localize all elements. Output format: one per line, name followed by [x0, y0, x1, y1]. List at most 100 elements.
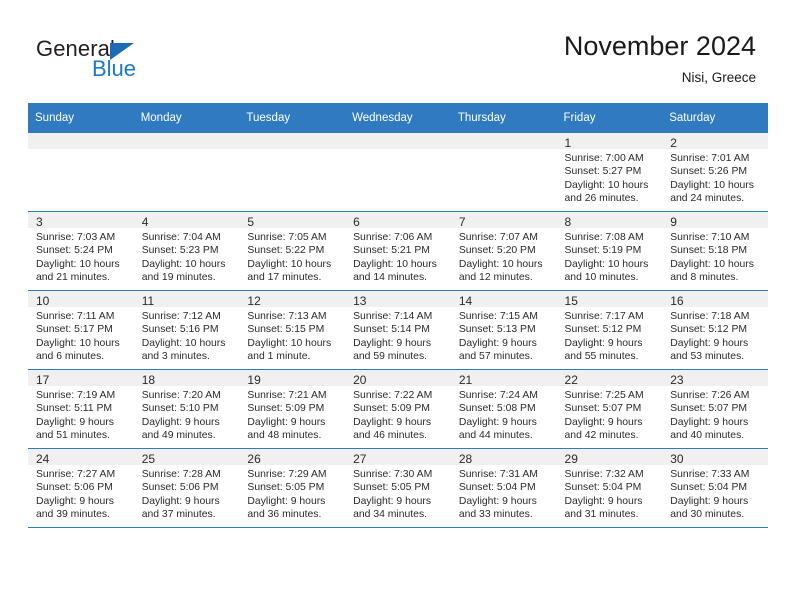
daylight-text: Daylight: 10 hours and 14 minutes. — [353, 258, 437, 283]
calendar-day-cell[interactable]: 18 Sunrise: 7:20 AM Sunset: 5:10 PM Dayligh… — [133, 369, 240, 449]
sun-info: Sunrise: 7:21 AM Sunset: 5:09 PM Daylight:… — [239, 386, 345, 442]
calendar-day-cell[interactable]: 26 Sunrise: 7:29 AM Sunset: 5:05 PM Dayligh… — [239, 448, 346, 528]
daylight-text: Daylight: 9 hours and 40 minutes. — [670, 416, 749, 441]
sunrise-text: Sunrise: 7:20 AM — [141, 390, 221, 401]
day-number: 6 — [345, 212, 451, 229]
brand-logo[interactable]: General Blue — [36, 36, 256, 84]
day-cell-content: 12 Sunrise: 7:13 AM Sunset: 5:15 PM Dayligh… — [239, 291, 346, 369]
sun-info: Sunrise: 7:33 AM Sunset: 5:04 PM Daylight:… — [662, 465, 768, 521]
sunset-text: Sunset: 5:05 PM — [353, 482, 430, 494]
calendar-day-cell[interactable]: 27 Sunrise: 7:30 AM Sunset: 5:05 PM Dayligh… — [345, 448, 451, 528]
day-cell-content: 5 Sunrise: 7:05 AM Sunset: 5:22 PM Daylight… — [239, 212, 346, 290]
calendar-day-cell[interactable]: 16 Sunrise: 7:18 AM Sunset: 5:12 PM Dayligh… — [662, 290, 768, 370]
day-cell-content: 6 Sunrise: 7:06 AM Sunset: 5:21 PM Daylight… — [345, 212, 451, 290]
sunrise-text: Sunrise: 7:11 AM — [36, 311, 115, 322]
calendar-day-cell[interactable]: 12 Sunrise: 7:13 AM Sunset: 5:15 PM Dayligh… — [239, 290, 346, 370]
calendar-day-cell[interactable]: 14 Sunrise: 7:15 AM Sunset: 5:13 PM Dayligh… — [450, 290, 557, 370]
page-title: November 2024 — [563, 31, 756, 61]
calendar-day-cell[interactable]: 2 Sunrise: 7:01 AM Sunset: 5:26 PM Daylight… — [662, 132, 768, 212]
sunrise-text: Sunrise: 7:05 AM — [247, 232, 327, 243]
calendar-day-cell[interactable]: 11 Sunrise: 7:12 AM Sunset: 5:16 PM Dayligh… — [133, 290, 240, 370]
calendar-day-cell[interactable]: 25 Sunrise: 7:28 AM Sunset: 5:06 PM Dayligh… — [133, 448, 240, 528]
calendar-table: Sunday Monday Tuesday Wednesday Thursday… — [28, 103, 768, 528]
sunset-text: Sunset: 5:06 PM — [141, 482, 219, 494]
sun-info: Sunrise: 7:06 AM Sunset: 5:21 PM Daylight:… — [345, 228, 451, 284]
sun-info: Sunrise: 7:19 AM Sunset: 5:11 PM Daylight:… — [28, 386, 134, 442]
calendar-day-cell[interactable]: 9 Sunrise: 7:10 AM Sunset: 5:18 PM Daylight… — [662, 211, 768, 291]
sunset-text: Sunset: 5:26 PM — [670, 166, 748, 178]
sunset-text: Sunset: 5:07 PM — [670, 403, 748, 415]
day-cell-content: 25 Sunrise: 7:28 AM Sunset: 5:06 PM Dayligh… — [133, 449, 240, 527]
sun-info: Sunrise: 7:00 AM Sunset: 5:27 PM Daylight:… — [557, 149, 663, 205]
calendar-day-cell[interactable]: 5 Sunrise: 7:05 AM Sunset: 5:22 PM Daylight… — [239, 211, 346, 291]
calendar-day-cell[interactable]: 6 Sunrise: 7:06 AM Sunset: 5:21 PM Daylight… — [345, 211, 451, 291]
calendar-day-cell[interactable]: 15 Sunrise: 7:17 AM Sunset: 5:12 PM Dayligh… — [556, 290, 663, 370]
day-number: 7 — [450, 212, 557, 229]
day-number: 10 — [28, 291, 134, 308]
day-cell-content: 19 Sunrise: 7:21 AM Sunset: 5:09 PM Dayligh… — [239, 370, 346, 448]
sun-info: Sunrise: 7:04 AM Sunset: 5:23 PM Daylight:… — [134, 228, 240, 284]
calendar-day-cell[interactable]: 22 Sunrise: 7:25 AM Sunset: 5:07 PM Dayligh… — [556, 369, 663, 449]
day-number: 11 — [133, 291, 240, 308]
sunrise-text: Sunrise: 7:13 AM — [247, 311, 327, 322]
day-cell-content: 15 Sunrise: 7:17 AM Sunset: 5:12 PM Dayligh… — [556, 291, 663, 369]
calendar-day-cell[interactable]: 4 Sunrise: 7:04 AM Sunset: 5:23 PM Daylight… — [133, 211, 240, 291]
calendar-day-cell[interactable]: 24 Sunrise: 7:27 AM Sunset: 5:06 PM Dayligh… — [28, 448, 134, 528]
calendar-week-row: 3 Sunrise: 7:03 AM Sunset: 5:24 PM Daylight… — [28, 211, 768, 291]
sunrise-text: Sunrise: 7:26 AM — [670, 390, 750, 401]
daylight-text: Daylight: 9 hours and 36 minutes. — [247, 495, 326, 520]
day-number — [133, 133, 240, 149]
calendar-day-cell[interactable]: 28 Sunrise: 7:31 AM Sunset: 5:04 PM Dayligh… — [450, 448, 557, 528]
daylight-text: Daylight: 9 hours and 33 minutes. — [458, 495, 537, 520]
sunset-text: Sunset: 5:09 PM — [353, 403, 430, 415]
day-cell-content: 4 Sunrise: 7:04 AM Sunset: 5:23 PM Daylight… — [133, 212, 240, 290]
daylight-text: Daylight: 10 hours and 17 minutes. — [247, 258, 332, 283]
sunrise-text: Sunrise: 7:03 AM — [36, 232, 116, 243]
day-number: 18 — [133, 370, 240, 387]
calendar-day-cell[interactable]: 20 Sunrise: 7:22 AM Sunset: 5:09 PM Dayligh… — [345, 369, 451, 449]
daylight-text: Daylight: 9 hours and 49 minutes. — [141, 416, 220, 441]
calendar-day-cell[interactable]: 10 Sunrise: 7:11 AM Sunset: 5:17 PM Dayligh… — [28, 290, 134, 370]
calendar-day-cell[interactable]: 19 Sunrise: 7:21 AM Sunset: 5:09 PM Dayligh… — [239, 369, 346, 449]
weekday-header-thursday: Thursday — [450, 103, 557, 133]
sun-info: Sunrise: 7:12 AM Sunset: 5:16 PM Daylight:… — [134, 307, 240, 363]
sunrise-text: Sunrise: 7:01 AM — [670, 153, 750, 164]
sunrise-text: Sunrise: 7:33 AM — [670, 469, 750, 480]
day-cell-content: 23 Sunrise: 7:26 AM Sunset: 5:07 PM Dayligh… — [662, 370, 768, 448]
sun-info: Sunrise: 7:05 AM Sunset: 5:22 PM Daylight:… — [239, 228, 345, 284]
calendar-day-cell[interactable]: 7 Sunrise: 7:07 AM Sunset: 5:20 PM Daylight… — [450, 211, 557, 291]
day-number: 28 — [450, 449, 557, 466]
day-cell-content: 7 Sunrise: 7:07 AM Sunset: 5:20 PM Daylight… — [450, 212, 557, 290]
calendar-day-cell[interactable]: 29 Sunrise: 7:32 AM Sunset: 5:04 PM Dayligh… — [556, 448, 663, 528]
calendar-day-cell[interactable]: 30 Sunrise: 7:33 AM Sunset: 5:04 PM Dayligh… — [662, 448, 768, 528]
sunrise-text: Sunrise: 7:06 AM — [353, 232, 433, 243]
calendar-cell-empty — [133, 132, 240, 212]
daylight-text: Daylight: 10 hours and 10 minutes. — [564, 258, 649, 283]
sunset-text: Sunset: 5:21 PM — [353, 245, 430, 257]
day-number — [450, 133, 557, 149]
daylight-text: Daylight: 10 hours and 8 minutes. — [670, 258, 754, 283]
sun-info: Sunrise: 7:31 AM Sunset: 5:04 PM Daylight:… — [451, 465, 557, 521]
calendar-day-cell[interactable]: 17 Sunrise: 7:19 AM Sunset: 5:11 PM Dayligh… — [28, 369, 134, 449]
sunrise-text: Sunrise: 7:29 AM — [247, 469, 327, 480]
calendar-day-cell[interactable]: 3 Sunrise: 7:03 AM Sunset: 5:24 PM Daylight… — [28, 211, 134, 291]
daylight-text: Daylight: 9 hours and 37 minutes. — [141, 495, 220, 520]
calendar-day-cell[interactable]: 8 Sunrise: 7:08 AM Sunset: 5:19 PM Daylight… — [556, 211, 663, 291]
calendar-day-cell[interactable]: 23 Sunrise: 7:26 AM Sunset: 5:07 PM Dayligh… — [662, 369, 768, 449]
sunset-text: Sunset: 5:06 PM — [36, 482, 113, 494]
calendar-day-cell[interactable]: 21 Sunrise: 7:24 AM Sunset: 5:08 PM Dayligh… — [450, 369, 557, 449]
day-number: 9 — [662, 212, 768, 229]
daylight-text: Daylight: 9 hours and 59 minutes. — [353, 337, 432, 362]
day-number: 1 — [556, 133, 663, 150]
day-number: 3 — [28, 212, 134, 229]
daylight-text: Daylight: 9 hours and 34 minutes. — [353, 495, 432, 520]
calendar-day-cell[interactable]: 13 Sunrise: 7:14 AM Sunset: 5:14 PM Dayligh… — [345, 290, 451, 370]
calendar-day-cell[interactable]: 1 Sunrise: 7:00 AM Sunset: 5:27 PM Daylight… — [556, 132, 663, 212]
daylight-text: Daylight: 9 hours and 39 minutes. — [36, 495, 114, 520]
day-number: 24 — [28, 449, 134, 466]
sunrise-text: Sunrise: 7:17 AM — [564, 311, 644, 322]
sun-info: Sunrise: 7:32 AM Sunset: 5:04 PM Daylight:… — [557, 465, 663, 521]
day-cell-content: 30 Sunrise: 7:33 AM Sunset: 5:04 PM Dayligh… — [662, 449, 768, 527]
day-cell-content: 3 Sunrise: 7:03 AM Sunset: 5:24 PM Daylight… — [28, 212, 134, 290]
sunset-text: Sunset: 5:12 PM — [670, 324, 748, 336]
